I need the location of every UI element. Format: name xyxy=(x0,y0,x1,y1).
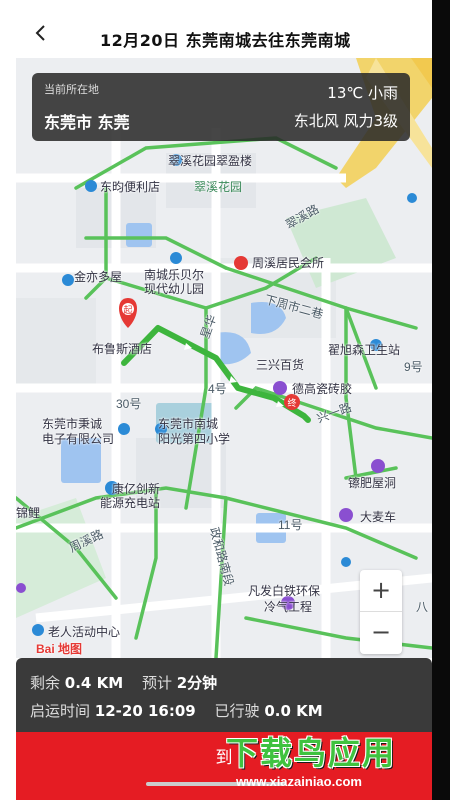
remaining-value: 0.4 KM xyxy=(64,674,124,692)
map-label: 30号 xyxy=(116,397,142,411)
estimate-value: 2分钟 xyxy=(176,674,218,692)
edge-strip xyxy=(432,0,450,800)
map-label: 4号 xyxy=(208,382,227,396)
wind-text: 东北风 风力3级 xyxy=(293,112,398,130)
watermark-url: www.xiazainiao.com xyxy=(236,774,362,789)
traveled-value: 0.0 KM xyxy=(264,702,323,720)
map-label: 能源充电站 xyxy=(100,496,161,510)
current-location-label: 当前所在地 xyxy=(44,83,99,96)
map-label: 翠溪花园翠盈楼 xyxy=(168,154,253,168)
svg-text:终: 终 xyxy=(287,397,296,409)
map-label: 9号 xyxy=(404,360,423,374)
screen: 12月20日 东莞南城去往东莞南城 起 终 翠溪花园翠盈楼 东昀便利店 翠溪花园… xyxy=(0,0,450,800)
map-label: 镲肥屋洞 xyxy=(348,476,397,490)
map-label: 冷气工程 xyxy=(264,600,313,614)
map-label: 现代幼儿园 xyxy=(144,282,205,296)
estimate-label: 预计 xyxy=(141,674,172,692)
baidu-logo: Bai 地图 xyxy=(36,642,83,656)
remaining-label: 剩余 xyxy=(30,674,61,692)
map-label: 金亦多屋 xyxy=(74,270,123,284)
svg-text:起: 起 xyxy=(123,305,132,316)
map-label: 11号 xyxy=(278,518,303,532)
map-label: 大麦车 xyxy=(360,510,397,524)
zoom-in-button[interactable]: + xyxy=(360,570,402,612)
map-label: 凡发白铁环保 xyxy=(248,584,321,598)
watermark: 下载鸟应用 www.xiazainiao.com xyxy=(226,728,436,794)
map-label: 电子有限公司 xyxy=(42,432,115,446)
watermark-logo: 下载鸟应用 xyxy=(226,734,397,772)
back-arrow-icon[interactable] xyxy=(32,24,50,42)
page-title: 12月20日 东莞南城去往东莞南城 xyxy=(100,31,351,50)
zoom-out-button[interactable]: − xyxy=(360,612,402,654)
map-label: 阳光第四小学 xyxy=(158,432,231,446)
current-city: 东莞市 东莞 xyxy=(44,113,130,132)
map-label: 德高瓷砖胶 xyxy=(292,382,353,396)
map-label: 东昀便利店 xyxy=(100,180,161,194)
map-label: 锦鲤 xyxy=(16,506,41,520)
map-label: 布鲁斯酒店 xyxy=(92,342,153,356)
trip-summary-row: 剩余 0.4 KM 预计 2分钟 xyxy=(30,672,231,693)
zoom-control: + − xyxy=(360,570,402,654)
map-view[interactable]: 起 终 翠溪花园翠盈楼 东昀便利店 翠溪花园 翠溪路 金亦多屋 南城乐贝尔 现代… xyxy=(16,58,432,658)
map-label: 翟旭森卫生站 xyxy=(328,343,401,357)
location-weather-card: 当前所在地 东莞市 东莞 13℃ 小雨 东北风 风力3级 xyxy=(32,73,410,141)
start-time-label: 启运时间 xyxy=(30,702,91,720)
map-label: 周溪居民会所 xyxy=(252,256,325,270)
start-time-value: 12-20 16:09 xyxy=(94,702,196,720)
map-label: 翠溪花园 xyxy=(194,180,243,194)
traveled-label: 已行驶 xyxy=(214,702,260,720)
title-bar: 12月20日 东莞南城去往东莞南城 xyxy=(0,0,432,58)
map-label: 三兴百货 xyxy=(256,358,305,372)
map-label: 老人活动中心 xyxy=(48,625,121,639)
weather-text: 13℃ 小雨 xyxy=(327,84,398,102)
trip-time-row: 启运时间 12-20 16:09 已行驶 0.0 KM xyxy=(30,700,337,721)
map-label: 八 xyxy=(416,600,429,614)
